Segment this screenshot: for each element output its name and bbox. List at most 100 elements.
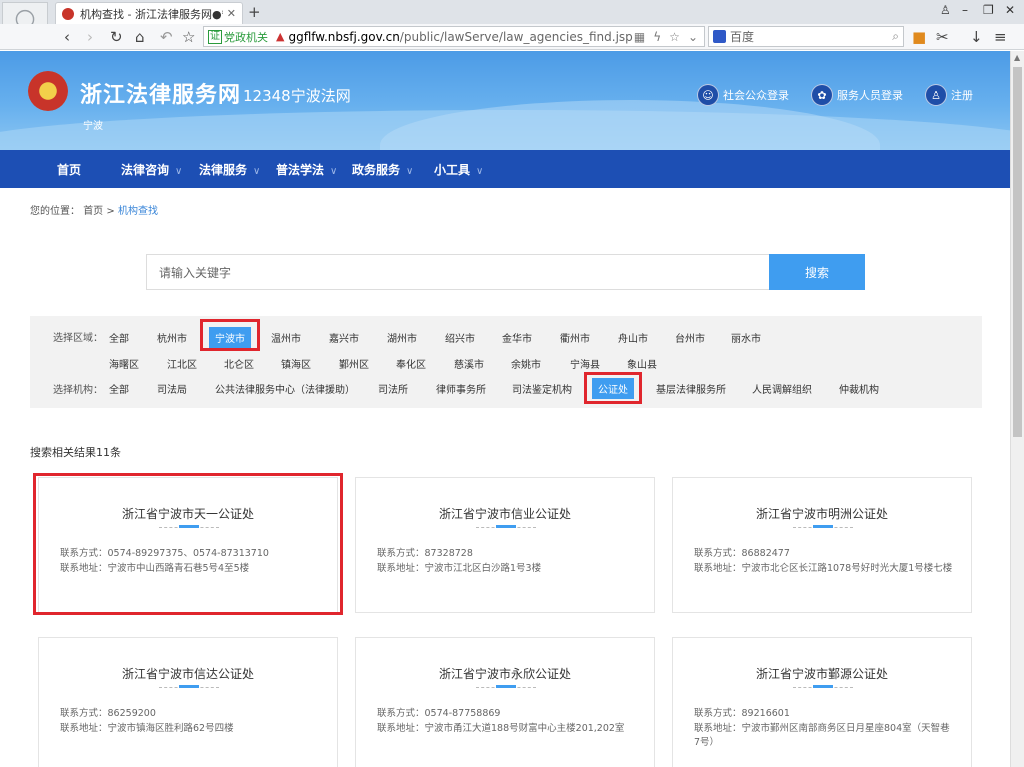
shirt-skin-icon[interactable]: ♙ [940,3,951,17]
keyword-search-input[interactable]: 请输入关键字 [146,254,770,290]
new-tab-button[interactable]: + [248,3,261,21]
agency-option[interactable]: 司法局 [157,381,187,396]
tab-title: 机构查找 - 浙江法律服务网●宁波 [80,7,223,21]
address-value: 宁波市江北区白沙路1号3楼 [424,563,542,574]
bookmark-star-icon[interactable]: ☆ [669,30,680,44]
close-window-icon[interactable]: ✕ [1005,3,1015,17]
back-icon[interactable]: ‹ [64,28,70,46]
browser-search-box[interactable]: 百度 ⌕ [708,26,904,47]
contact-label: 联系方式： [60,708,108,719]
public-login-link[interactable]: ☺ 社会公众登录 [697,84,789,106]
district-option[interactable]: 慈溪市 [454,356,484,371]
card-highlight-box [33,473,343,615]
card-address: 联系地址：宁波市鄞州区南部商务区日月星座804室（天智巷 [694,720,950,734]
region-option[interactable]: 全部 [109,330,129,345]
result-card[interactable]: 浙江省宁波市鄞源公证处 联系方式：89216601 联系地址：宁波市鄞州区南部商… [672,637,972,767]
district-option[interactable]: 江北区 [167,356,197,371]
result-card[interactable]: 浙江省宁波市永欣公证处 联系方式：0574-87758869 联系地址：宁波市甬… [355,637,655,767]
browser-tab[interactable]: 机构查找 - 浙江法律服务网●宁波 ✕ [55,2,243,24]
region-option[interactable]: 温州市 [271,330,301,345]
filter-panel: 选择区域： 全部 杭州市 宁波市 温州市 嘉兴市 湖州市 绍兴市 金华市 衢州市… [30,316,982,408]
search-icon[interactable]: ⌕ [892,29,899,44]
download-icon[interactable]: ↓ [970,28,983,46]
contact-label: 联系方式： [377,708,425,719]
breadcrumb-home-link[interactable]: 首页 [83,206,103,217]
result-card[interactable]: 浙江省宁波市明洲公证处 联系方式：86882477 联系地址：宁波市北仑区长江路… [672,477,972,613]
page-scrollbar[interactable]: ▲ [1010,51,1024,767]
register-link[interactable]: ♙ 注册 [925,84,973,106]
region-option[interactable]: 丽水市 [731,330,761,345]
district-option[interactable]: 北仑区 [224,356,254,371]
agency-option[interactable]: 基层法律服务所 [656,381,726,396]
browser-tab-bar: 机构查找 - 浙江法律服务网●宁波 ✕ + ♙ – ❐ ✕ [0,0,1024,24]
region-option[interactable]: 衢州市 [560,330,590,345]
staff-login-link[interactable]: ✿ 服务人员登录 [811,84,903,106]
region-option[interactable]: 舟山市 [618,330,648,345]
reload-icon[interactable]: ↻ [110,28,123,46]
star-icon[interactable]: ☆ [182,28,195,46]
register-icon: ♙ [925,84,947,106]
result-card[interactable]: 浙江省宁波市信业公证处 联系方式：87328728 联系地址：宁波市江北区白沙路… [355,477,655,613]
title-divider [234,84,235,104]
agency-option[interactable]: 司法所 [378,381,408,396]
card-address: 联系地址：宁波市江北区白沙路1号3楼 [377,560,541,574]
address-label: 联系地址： [377,723,425,734]
card-accent [496,685,516,688]
district-option[interactable]: 鄞州区 [339,356,369,371]
site-title[interactable]: 浙江法律服务网 [80,77,241,109]
address-label: 联系地址： [60,723,108,734]
card-address-cont: 7号） [694,737,720,748]
staff-login-label: 服务人员登录 [837,89,903,102]
home-icon[interactable]: ⌂ [135,28,145,46]
undo-icon[interactable]: ↶ [160,28,173,46]
agency-option[interactable]: 司法鉴定机构 [512,381,572,396]
address-bar[interactable]: 证 党政机关 ▲ ggflfw.nbsfj.gov.cn /public/law… [203,26,705,47]
scroll-up-icon[interactable]: ▲ [1014,53,1020,62]
phone-value: 86882477 [741,548,790,559]
chevron-down-icon[interactable]: ⌄ [688,30,698,44]
search-button[interactable]: 搜索 [769,254,865,290]
nav-legal-consult[interactable]: 法律咨询 ∨ [121,161,182,178]
nav-law-education[interactable]: 普法学法 ∨ [276,161,337,178]
nav-legal-service[interactable]: 法律服务 ∨ [199,161,260,178]
site-info-icon[interactable]: ▲ [276,30,284,43]
nav-home[interactable]: 首页 [57,161,81,178]
district-option[interactable]: 宁海县 [570,356,600,371]
phone-value: 87328728 [424,548,473,559]
scrollbar-thumb[interactable] [1013,67,1022,437]
nav-gov-service[interactable]: 政务服务 ∨ [352,161,413,178]
district-option[interactable]: 余姚市 [511,356,541,371]
qr-icon[interactable]: ▦ [634,30,645,44]
district-option[interactable]: 海曙区 [109,356,139,371]
forward-icon[interactable]: › [87,28,93,46]
agency-option[interactable]: 人民调解组织 [752,381,812,396]
region-option[interactable]: 金华市 [502,330,532,345]
card-phone: 联系方式：87328728 [377,545,473,559]
district-option[interactable]: 象山县 [627,356,657,371]
extensions-icon[interactable]: ■ [912,28,926,46]
menu-icon[interactable]: ≡ [994,28,1007,46]
agency-option[interactable]: 律师事务所 [436,381,486,396]
district-option[interactable]: 镇海区 [281,356,311,371]
region-option[interactable]: 台州市 [675,330,705,345]
district-option[interactable]: 奉化区 [396,356,426,371]
card-title: 浙江省宁波市信达公证处 [121,667,254,681]
nav-tools[interactable]: 小工具 ∨ [434,161,483,178]
region-option[interactable]: 湖州市 [387,330,417,345]
region-option[interactable]: 绍兴市 [445,330,475,345]
agency-option[interactable]: 仲裁机构 [839,381,879,396]
region-option[interactable]: 杭州市 [157,330,187,345]
gov-label: 党政机关 [224,30,268,44]
card-phone: 联系方式：0574-87758869 [377,705,500,719]
result-card[interactable]: 浙江省宁波市信达公证处 联系方式：86259200 联系地址：宁波市镇海区胜利路… [38,637,338,767]
restore-icon[interactable]: ❐ [983,3,994,17]
scissors-icon[interactable]: ✂ [936,28,949,46]
agency-option[interactable]: 公共法律服务中心（法律援助） [215,381,355,396]
agency-option[interactable]: 全部 [109,381,129,396]
lightning-icon[interactable]: ϟ [653,30,661,44]
chevron-down-icon: ∨ [476,166,484,177]
minimize-icon[interactable]: – [962,3,968,17]
region-option[interactable]: 嘉兴市 [329,330,359,345]
close-tab-icon[interactable]: ✕ [227,7,236,20]
card-accent [813,685,833,688]
